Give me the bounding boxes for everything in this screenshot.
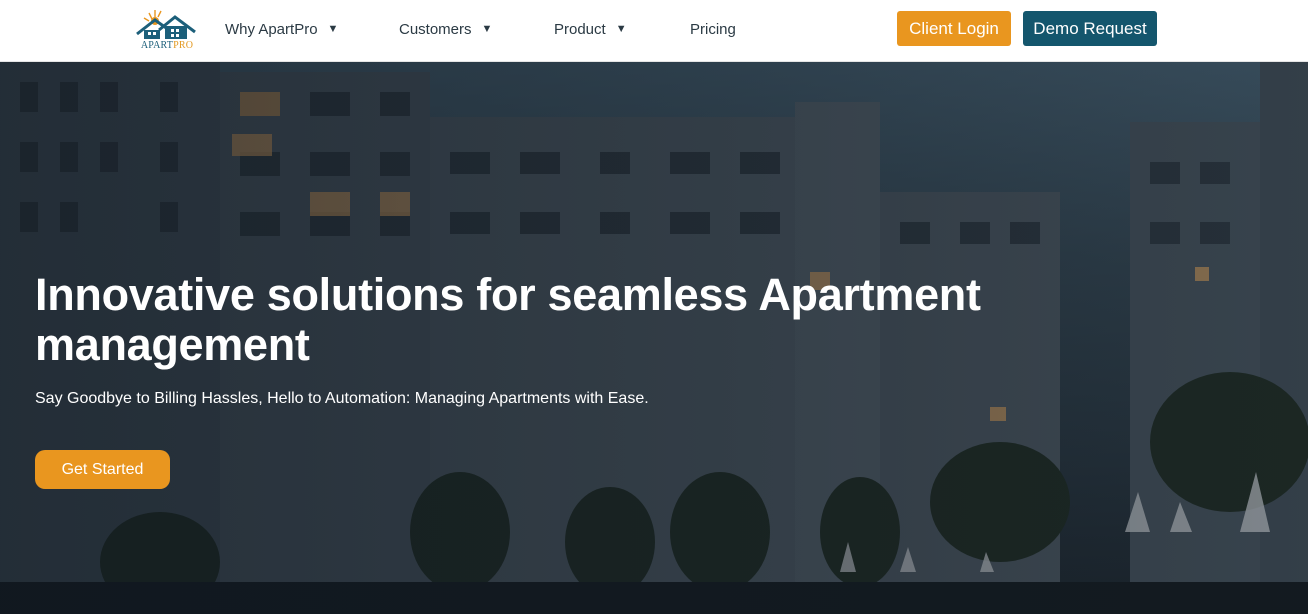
- demo-request-button[interactable]: Demo Request: [1023, 11, 1157, 46]
- nav-item-why-apartpro[interactable]: Why ApartPro ▼: [225, 18, 338, 40]
- hero-section: Innovative solutions for seamless Apartm…: [0, 62, 1308, 614]
- site-header: APARTPRO Why ApartPro ▼ Customers ▼ Prod…: [0, 0, 1308, 62]
- client-login-button[interactable]: Client Login: [897, 11, 1011, 46]
- house-roof-logo-icon: [136, 10, 196, 39]
- apartpro-logo[interactable]: APARTPRO: [135, 8, 197, 54]
- logo-wordmark-main: APART: [140, 40, 174, 51]
- caret-down-icon: ▼: [327, 23, 339, 35]
- nav-item-label: Product: [554, 20, 606, 38]
- nav-item-label: Why ApartPro: [225, 20, 318, 38]
- nav-item-product[interactable]: Product ▼: [554, 18, 627, 40]
- get-started-button[interactable]: Get Started: [35, 450, 170, 489]
- logo-wordmark-accent: PRO: [173, 40, 194, 51]
- hero-subtitle: Say Goodbye to Billing Hassles, Hello to…: [35, 390, 649, 407]
- nav-item-customers[interactable]: Customers ▼: [399, 18, 492, 40]
- nav-item-pricing[interactable]: Pricing: [690, 18, 736, 40]
- nav-item-label: Customers: [399, 20, 472, 38]
- logo-wordmark: APARTPRO: [137, 40, 197, 51]
- caret-down-icon: ▼: [615, 23, 627, 35]
- hero-title: Innovative solutions for seamless Apartm…: [35, 269, 981, 370]
- nav-item-label: Pricing: [690, 20, 736, 38]
- caret-down-icon: ▼: [481, 23, 493, 35]
